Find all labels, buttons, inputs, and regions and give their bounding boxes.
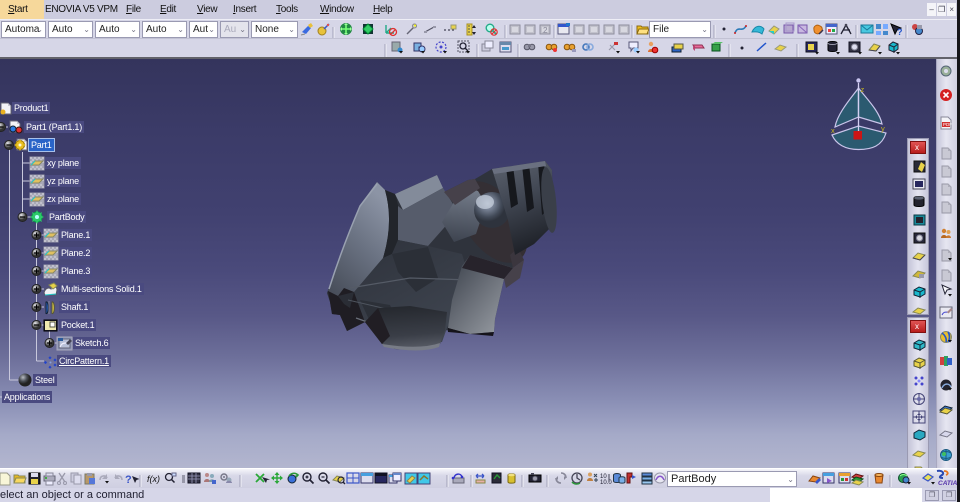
svg-text:?: ? (897, 27, 903, 37)
svg-text:f(x): f(x) (147, 474, 160, 484)
svg-text:z: z (861, 85, 865, 94)
svg-text:CATIA: CATIA (938, 480, 957, 487)
svg-text:PDF: PDF (943, 122, 952, 127)
svg-text:x: x (831, 126, 835, 135)
svg-text:?: ? (125, 474, 132, 486)
svg-text:10.0: 10.0 (600, 480, 612, 486)
svg-text:y: y (881, 124, 885, 133)
